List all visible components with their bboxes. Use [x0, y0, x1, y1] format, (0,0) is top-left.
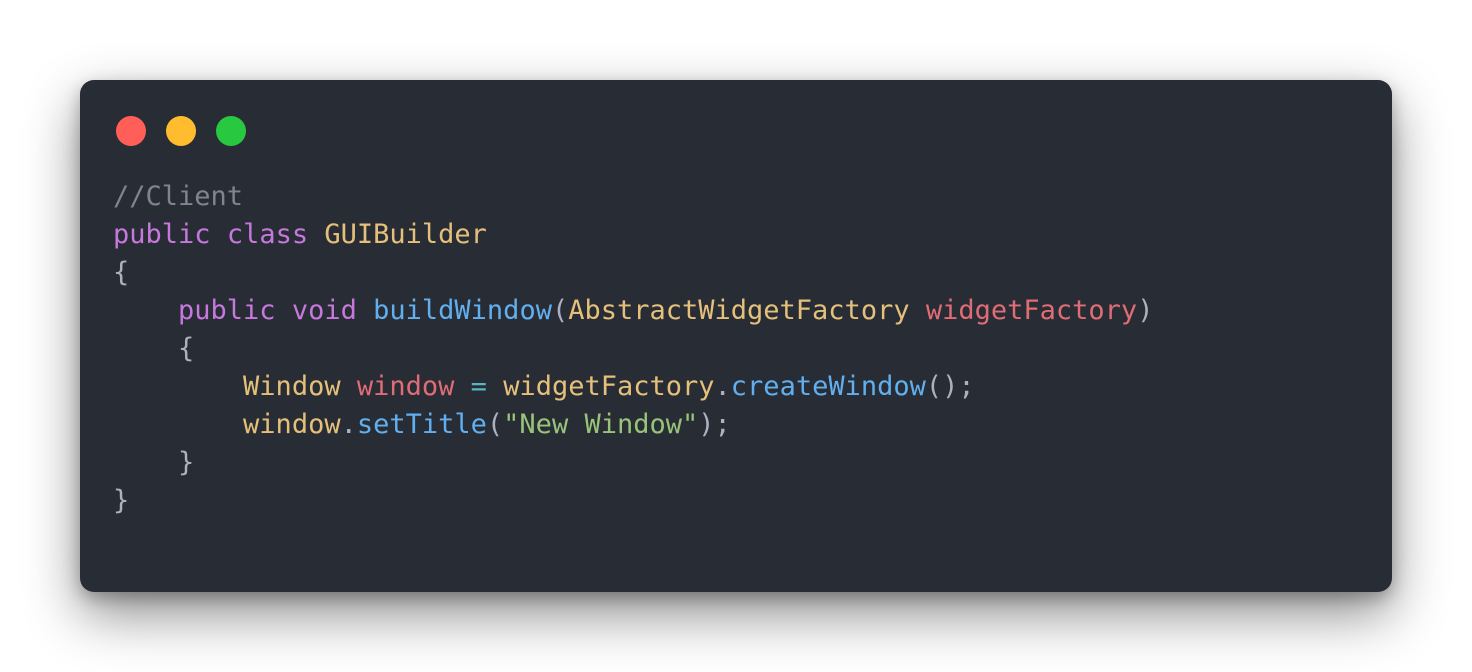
code-token-punctuation: [113, 371, 243, 402]
code-token-variable: widgetFactory: [925, 295, 1138, 326]
minimize-dot-icon[interactable]: [166, 116, 196, 146]
code-token-punctuation: [211, 219, 227, 250]
code-token-operator: =: [470, 371, 487, 402]
code-token-function: buildWindow: [373, 295, 552, 326]
code-token-punctuation: }: [113, 485, 130, 516]
code-token-punctuation: }: [178, 447, 195, 478]
code-token-punctuation: );: [698, 409, 731, 440]
code-line-6: Window window = widgetFactory.createWind…: [113, 368, 1153, 406]
code-line-3: {: [113, 254, 1153, 292]
code-line-2: public class GUIBuilder: [113, 216, 1153, 254]
code-token-type: widgetFactory: [503, 371, 715, 402]
code-token-type: Window: [243, 371, 341, 402]
code-line-1: //Client: [113, 178, 1153, 216]
code-token-punctuation: [341, 371, 357, 402]
code-line-9: }: [113, 482, 1153, 520]
code-token-keyword: void: [291, 295, 357, 326]
code-token-punctuation: [113, 447, 178, 478]
code-token-punctuation: {: [178, 333, 195, 364]
code-token-keyword: public: [113, 219, 211, 250]
code-token-punctuation: (: [486, 409, 504, 440]
code-token-punctuation: ();: [925, 371, 975, 402]
code-token-punctuation: (: [551, 295, 569, 326]
code-token-function: createWindow: [730, 371, 926, 402]
code-token-punctuation: {: [113, 257, 130, 288]
code-token-punctuation: [487, 371, 503, 402]
code-token-punctuation: .: [340, 409, 357, 440]
maximize-dot-icon[interactable]: [216, 116, 246, 146]
code-window: //Client public class GUIBuilder{ public …: [80, 80, 1392, 592]
code-token-variable: window: [356, 371, 455, 402]
code-token-punctuation: [910, 295, 926, 326]
code-token-punctuation: [276, 295, 292, 326]
code-token-punctuation: ): [1137, 295, 1154, 326]
code-token-comment: //Client: [113, 181, 244, 212]
code-block: //Client public class GUIBuilder{ public …: [113, 178, 1153, 520]
code-token-string: "New Window": [503, 409, 699, 440]
close-dot-icon[interactable]: [116, 116, 146, 146]
code-token-punctuation: [308, 219, 324, 250]
code-token-punctuation: [113, 409, 243, 440]
code-token-punctuation: [113, 295, 178, 326]
code-token-punctuation: [113, 333, 178, 364]
code-token-type: GUIBuilder: [324, 219, 487, 250]
code-token-punctuation: [454, 371, 470, 402]
code-line-4: public void buildWindow(AbstractWidgetFa…: [113, 292, 1153, 330]
code-token-keyword: class: [226, 219, 309, 250]
code-token-type: AbstractWidgetFactory: [568, 295, 910, 326]
code-token-keyword: public: [178, 295, 276, 326]
code-line-7: window.setTitle("New Window");: [113, 406, 1153, 444]
code-token-function: setTitle: [356, 409, 487, 440]
code-token-type: window: [243, 409, 341, 440]
code-token-punctuation: [357, 295, 373, 326]
code-line-5: {: [113, 330, 1153, 368]
code-token-punctuation: .: [714, 371, 731, 402]
code-line-8: }: [113, 444, 1153, 482]
